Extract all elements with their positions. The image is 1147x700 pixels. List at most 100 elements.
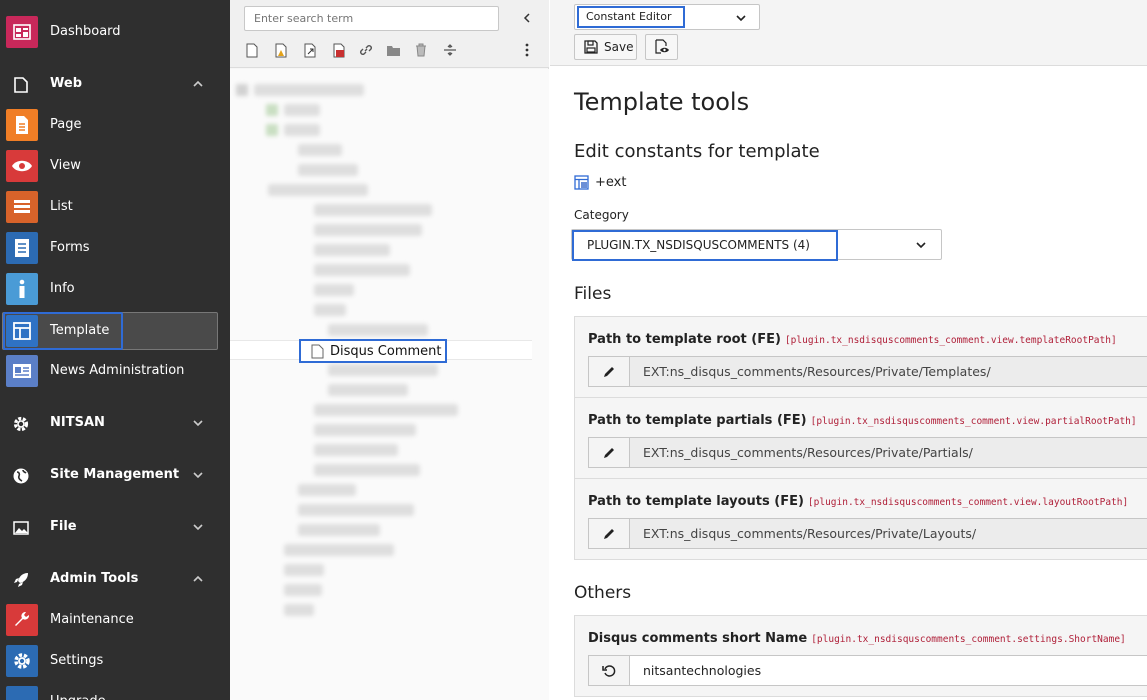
page-tree-panel: Disqus Comment bbox=[230, 0, 549, 700]
trash-icon[interactable] bbox=[413, 42, 429, 58]
sidebar-group-admin-tools[interactable]: Admin Tools bbox=[0, 562, 230, 596]
template-record-icon bbox=[574, 174, 589, 190]
function-select[interactable]: Constant Editor bbox=[574, 4, 760, 30]
sidebar-item-label: Settings bbox=[50, 653, 104, 668]
gear-icon bbox=[12, 415, 30, 433]
chevron-left-icon[interactable] bbox=[520, 11, 534, 25]
constant-key: [plugin.tx_nsdisquscomments_comment.view… bbox=[807, 497, 1129, 508]
tree-node-disqus-comment[interactable]: Disqus Comment bbox=[299, 339, 447, 363]
sidebar-group-site-management[interactable]: Site Management bbox=[0, 458, 230, 492]
sidebar-group-file[interactable]: File bbox=[0, 510, 230, 544]
mount-point-icon[interactable] bbox=[331, 42, 347, 58]
link-icon[interactable] bbox=[358, 42, 374, 58]
tree-search-input[interactable] bbox=[244, 6, 499, 31]
tree-node bbox=[314, 424, 416, 436]
tree-node bbox=[314, 284, 354, 296]
edit-constant-button[interactable] bbox=[589, 438, 630, 467]
constant-field: Path to template root (FE) [plugin.tx_nsd… bbox=[575, 317, 1147, 398]
constant-key: [plugin.tx_nsdisquscomments_comment.view… bbox=[784, 335, 1117, 346]
others-section-title: Others bbox=[574, 583, 632, 603]
tree-node bbox=[314, 264, 410, 276]
sidebar-item-label: Page bbox=[50, 117, 82, 132]
template-record[interactable]: +ext bbox=[574, 173, 626, 191]
chevron-down-icon bbox=[193, 420, 203, 427]
category-select-value: PLUGIN.TX_NSDISQUSCOMMENTS (4) bbox=[572, 230, 838, 261]
module-sidebar: Dashboard Web Page View List Forms Info bbox=[0, 0, 230, 700]
constant-input[interactable]: nitsantechnologies bbox=[588, 655, 1147, 686]
page-icon bbox=[6, 109, 38, 141]
save-button[interactable]: Save bbox=[574, 34, 637, 60]
chevron-down-icon bbox=[193, 524, 203, 531]
page-title: Template tools bbox=[574, 88, 750, 116]
tree-node bbox=[328, 364, 438, 376]
upgrade-icon bbox=[6, 686, 38, 700]
sidebar-group-label: Web bbox=[50, 76, 82, 91]
constant-label-text: Disqus comments short Name bbox=[588, 631, 808, 646]
tree-node bbox=[268, 184, 368, 196]
reset-constant-button[interactable] bbox=[589, 656, 630, 685]
sidebar-item-maintenance[interactable]: Maintenance bbox=[0, 603, 230, 637]
chevron-up-icon bbox=[193, 80, 203, 87]
pencil-icon bbox=[604, 528, 614, 539]
tree-node-label: Disqus Comment bbox=[330, 343, 442, 359]
view-page-button[interactable] bbox=[645, 34, 678, 60]
link-page-icon[interactable] bbox=[302, 42, 318, 58]
dashboard-icon bbox=[6, 16, 38, 48]
chevron-down-icon bbox=[736, 15, 746, 22]
constant-label: Path to template root (FE) [plugin.tx_nsd… bbox=[588, 332, 1117, 347]
sidebar-group-label: File bbox=[50, 519, 77, 534]
tree-node-icon bbox=[266, 124, 278, 136]
wrench-icon bbox=[6, 604, 38, 636]
constant-value: EXT:ns_disqus_comments/Resources/Private… bbox=[643, 526, 977, 541]
sidebar-item-settings[interactable]: Settings bbox=[0, 644, 230, 678]
constant-input: EXT:ns_disqus_comments/Resources/Private… bbox=[588, 356, 1147, 387]
tree-node bbox=[328, 384, 408, 396]
sidebar-group-web[interactable]: Web bbox=[0, 67, 230, 101]
constant-field: Path to template layouts (FE) [plugin.tx_… bbox=[575, 479, 1147, 560]
tree-node bbox=[284, 584, 322, 596]
sidebar-item-upgrade[interactable]: Upgrade bbox=[0, 685, 230, 700]
undo-icon bbox=[602, 664, 616, 677]
tree-node bbox=[314, 304, 346, 316]
sidebar-item-info[interactable]: Info bbox=[0, 272, 230, 306]
news-icon bbox=[6, 355, 38, 387]
others-panel: Disqus comments short Name [plugin.tx_nsd… bbox=[574, 615, 1147, 697]
edit-constant-button[interactable] bbox=[589, 357, 630, 386]
tree-node bbox=[298, 164, 358, 176]
sidebar-item-dashboard[interactable]: Dashboard bbox=[0, 15, 230, 49]
tree-node bbox=[314, 444, 398, 456]
constant-value: EXT:ns_disqus_comments/Resources/Private… bbox=[643, 445, 973, 460]
constant-label-text: Path to template partials (FE) bbox=[588, 413, 807, 428]
chevron-down-icon bbox=[916, 242, 926, 249]
section-subtitle: Edit constants for template bbox=[574, 141, 820, 162]
sidebar-item-label: View bbox=[50, 158, 81, 173]
more-options-icon[interactable] bbox=[519, 42, 535, 58]
tree-node bbox=[284, 104, 320, 116]
constant-input: EXT:ns_disqus_comments/Resources/Private… bbox=[588, 437, 1147, 468]
sidebar-item-page[interactable]: Page bbox=[0, 108, 230, 142]
sidebar-item-news-administration[interactable]: News Administration bbox=[0, 354, 230, 388]
sidebar-item-forms[interactable]: Forms bbox=[0, 231, 230, 265]
sidebar-group-nitsan[interactable]: NITSAN bbox=[0, 406, 230, 440]
sidebar-item-view[interactable]: View bbox=[0, 149, 230, 183]
constant-value: nitsantechnologies bbox=[643, 663, 762, 678]
tree-node bbox=[314, 404, 458, 416]
sidebar-group-label: Site Management bbox=[50, 467, 180, 482]
sidebar-item-label: Dashboard bbox=[50, 24, 121, 39]
sidebar-item-label: Upgrade bbox=[50, 685, 106, 700]
edit-constant-button[interactable] bbox=[589, 519, 630, 548]
chevron-down-icon bbox=[193, 472, 203, 479]
pencil-icon bbox=[604, 366, 614, 377]
new-page-icon[interactable] bbox=[244, 42, 260, 58]
highlight-box bbox=[3, 312, 123, 350]
folder-icon[interactable] bbox=[385, 42, 401, 58]
sidebar-group-label: Admin Tools bbox=[50, 571, 139, 586]
tree-node bbox=[314, 204, 432, 216]
constant-label-text: Path to template layouts (FE) bbox=[588, 494, 804, 509]
category-select[interactable]: PLUGIN.TX_NSDISQUSCOMMENTS (4) bbox=[571, 229, 942, 261]
shortcut-page-icon[interactable] bbox=[273, 42, 289, 58]
constant-label: Disqus comments short Name [plugin.tx_nsd… bbox=[588, 631, 1126, 646]
divider-icon[interactable] bbox=[442, 42, 458, 58]
sidebar-item-list[interactable]: List bbox=[0, 190, 230, 224]
template-record-label: +ext bbox=[595, 174, 627, 190]
